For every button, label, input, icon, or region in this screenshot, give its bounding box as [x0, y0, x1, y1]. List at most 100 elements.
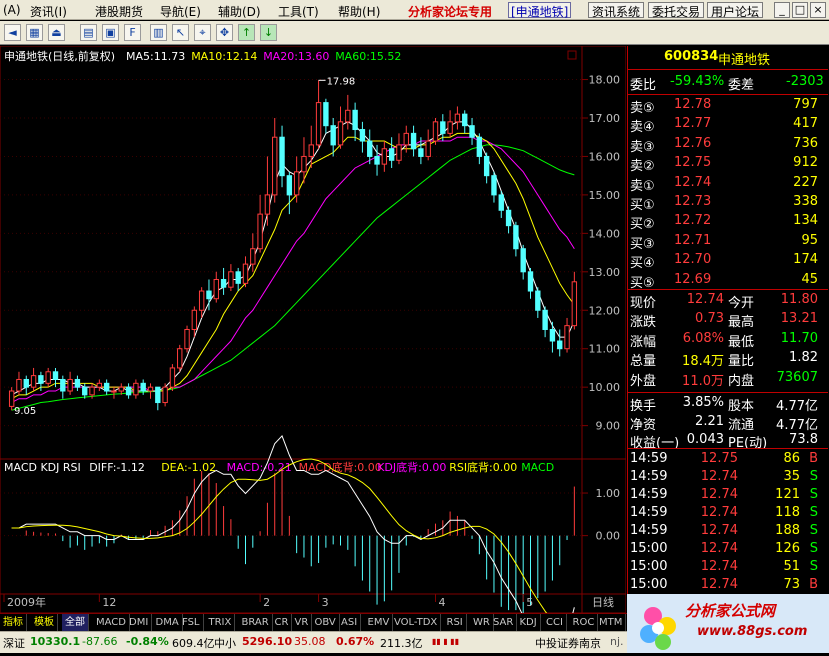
indicator-tab-cr[interactable]: CR — [272, 614, 293, 631]
site-logo: 分析家公式网 www.88gs.com — [627, 594, 829, 653]
indicator-tab-kdj[interactable]: KDJ — [517, 614, 541, 631]
indicator-label-5: KDJ底背:0.00 — [377, 460, 446, 474]
indicator-tab-dmi[interactable]: DMI — [126, 614, 153, 631]
minimize-button[interactable]: _ — [774, 2, 790, 18]
move-icon[interactable]: ✥ — [216, 24, 233, 41]
grid-icon[interactable]: ▤ — [80, 24, 97, 41]
sz-pct: -0.84% — [126, 635, 169, 648]
indicator-label-7: MACD — [521, 461, 554, 474]
trade-button[interactable]: 委托交易 — [648, 2, 705, 19]
candle — [564, 317, 570, 353]
quote-panel: 600834 申通地铁 委比 -59.43% 委差 -2303 卖⑤ 12.78 7… — [627, 46, 829, 653]
ma60-line — [11, 144, 575, 411]
indicator-tab-fsl[interactable]: FSL — [179, 614, 204, 631]
f-icon[interactable]: F — [124, 24, 141, 41]
menu-item-news[interactable]: 资讯(I) — [30, 3, 67, 20]
indicator-tab-cci[interactable]: CCI — [543, 614, 567, 631]
indicator-tab-emv[interactable]: EMV — [365, 614, 394, 631]
indicator-tab-roc[interactable]: ROC — [570, 614, 599, 631]
indicator-tab-asi[interactable]: ASI — [338, 614, 362, 631]
close-button[interactable]: × — [810, 2, 826, 18]
candle — [279, 125, 285, 188]
exit-icon[interactable]: ⏏ — [48, 24, 65, 41]
candle — [235, 267, 241, 292]
up-arrow-icon[interactable]: ↑ — [238, 24, 255, 41]
indicator-label-4: MACD底背:0.00 — [299, 460, 382, 474]
indicator-tab-sar[interactable]: SAR — [490, 614, 518, 631]
weibi-label: 委比 — [630, 78, 657, 93]
candle — [147, 383, 154, 399]
menu-item-hk-futures[interactable]: 港股期货 — [95, 3, 143, 20]
left-arrow-icon[interactable]: ◄ — [4, 24, 21, 41]
indicator-tab-指标[interactable]: 指标 — [0, 614, 27, 631]
tick-row-7: 15:00 12.74 73 B — [630, 577, 818, 592]
weicha-value: -2303 — [786, 74, 824, 89]
time-tick-5: 5 — [526, 596, 533, 609]
indicator-tab-mtm[interactable]: MTM — [596, 614, 627, 631]
candle — [315, 80, 322, 149]
indicator-tab-trix[interactable]: TRIX — [206, 614, 236, 631]
menu-item-tools[interactable]: 工具(T) — [278, 3, 319, 20]
candle — [155, 386, 161, 411]
quote-row-2: 涨幅 6.08% 最低 11.70 — [630, 330, 818, 350]
candle — [520, 244, 526, 280]
menu-item-a[interactable]: (A) — [3, 3, 21, 17]
candle — [257, 194, 263, 253]
indicator-tab-模板[interactable]: 模板 — [31, 614, 58, 631]
candle — [198, 287, 205, 318]
indicator-tab-vol-tdx[interactable]: VOL-TDX — [391, 614, 442, 631]
menu-item-navigate[interactable]: 导航(E) — [160, 3, 201, 20]
time-tick-4: 4 — [439, 596, 446, 609]
sz-change: -87.66 — [82, 635, 118, 648]
maximize-button[interactable]: □ — [792, 2, 808, 18]
cursor-icon[interactable]: ↖ — [172, 24, 189, 41]
candle — [498, 191, 504, 218]
price-tick-7: 11.00 — [589, 343, 621, 356]
zx-value: 5296.10 — [242, 635, 293, 648]
ma-label-0: MA5:11.73 — [126, 50, 185, 63]
menu-item-assist[interactable]: 辅助(D) — [218, 3, 261, 20]
user-forum-button[interactable]: 用户论坛 — [707, 2, 764, 19]
macd-tick-1: 0.00 — [596, 530, 621, 543]
indicator-tab-vr[interactable]: VR — [292, 614, 313, 631]
fund-row-1: 净资 2.21 流通 4.77亿 — [630, 413, 818, 433]
quote-row-3: 总量 18.4万 量比 1.82 — [630, 350, 818, 370]
weicha-label: 委差 — [728, 78, 755, 93]
candle — [557, 329, 563, 357]
select-icon[interactable]: ⌖ — [194, 24, 211, 41]
monitor-icon[interactable]: ▣ — [102, 24, 119, 41]
tick-row-3: 14:59 12.74 118 S — [630, 505, 818, 520]
down-arrow-icon[interactable]: ↓ — [260, 24, 277, 41]
candle — [323, 98, 329, 134]
menu-item-help[interactable]: 帮助(H) — [338, 3, 380, 20]
forum-tag: 分析家论坛专用 — [408, 5, 493, 19]
logo-url: www.88gs.com — [697, 624, 808, 639]
candle — [169, 364, 176, 392]
logo-text: 分析家公式网 — [685, 602, 776, 620]
indicator-tab-rsi[interactable]: RSI — [444, 614, 467, 631]
price-tick-5: 13.00 — [589, 266, 621, 279]
chart-icon[interactable]: ▦ — [26, 24, 43, 41]
indicator-tab-macd[interactable]: MACD — [93, 614, 130, 631]
stock-name: 申通地铁 — [718, 53, 771, 68]
kline-chart[interactable]: 申通地铁(日线,前复权) MA5:11.73 MA10:12.14 MA20:13.… — [0, 46, 626, 654]
buy-level-1: 买① 12.73 338 — [630, 194, 818, 213]
quote-row-0: 现价 12.74 今开 11.80 — [630, 292, 818, 311]
candle — [337, 106, 344, 149]
time-axis: 2009年 12 2 3 4 5 日线 — [3, 594, 614, 609]
indicator-tab-brar[interactable]: BRAR — [239, 614, 273, 631]
high-annotation: 17.98 — [327, 76, 356, 87]
stats-icon[interactable]: ▥ — [150, 24, 167, 41]
candle — [571, 271, 578, 330]
menu-bar: (A) 资讯(I) 港股期货 导航(E) 辅助(D) 工具(T) 帮助(H) 分… — [0, 0, 829, 20]
candle — [359, 121, 366, 153]
sz-amount: 609.4亿 — [172, 637, 215, 650]
indicator-tab-全部[interactable]: 全部 — [62, 614, 89, 631]
candle — [242, 256, 249, 288]
chart-grid — [0, 46, 626, 614]
candle — [82, 383, 88, 399]
indicator-tab-obv[interactable]: OBV — [312, 614, 340, 631]
indicator-label-0: MACD KDJ RSI — [4, 461, 81, 474]
news-system-button[interactable]: 资讯系统 — [588, 2, 645, 19]
stock-code: 600834 — [664, 49, 719, 64]
